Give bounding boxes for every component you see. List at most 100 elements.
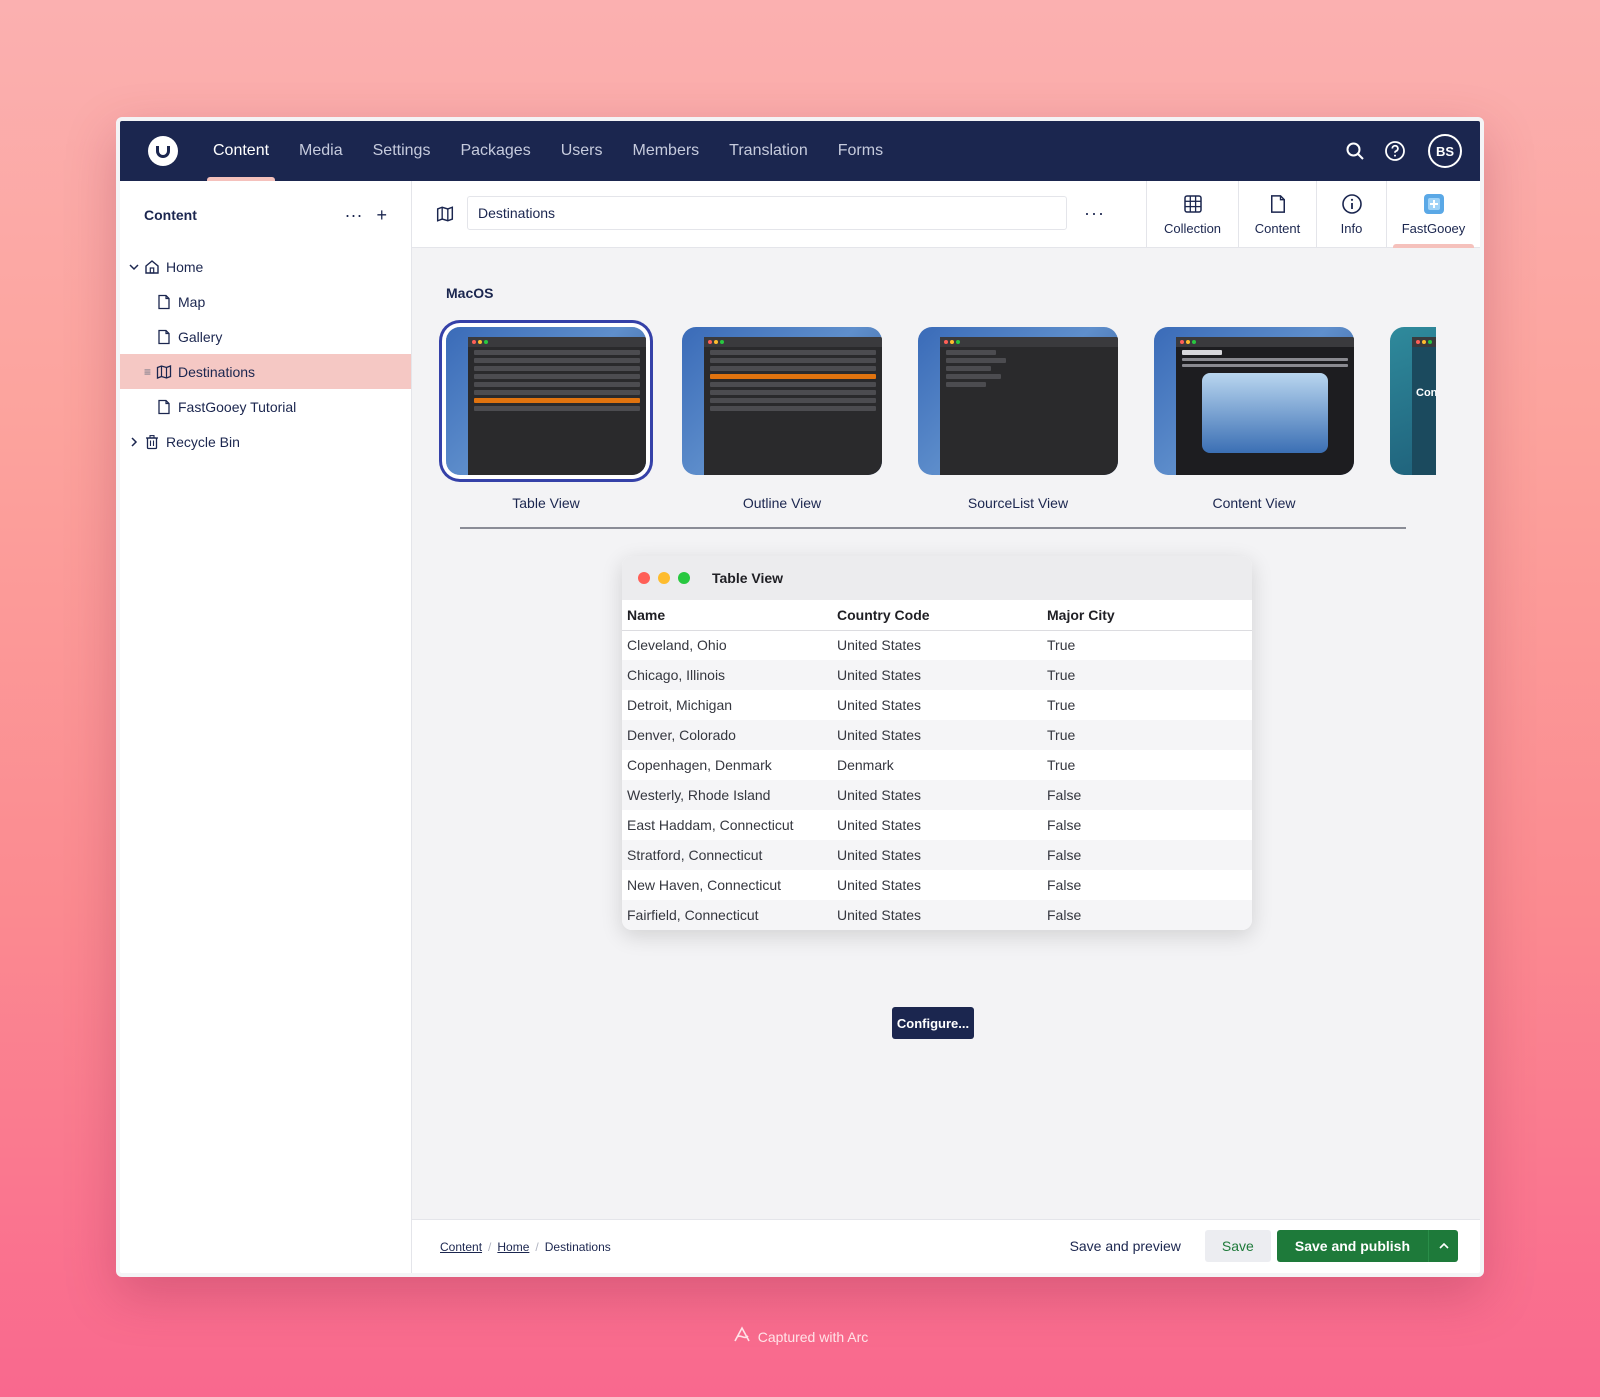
- document-name-input[interactable]: Destinations: [467, 196, 1067, 230]
- configure-button[interactable]: Configure...: [892, 1007, 974, 1039]
- cell-name: Cleveland, Ohio: [627, 637, 727, 654]
- cell-country: United States: [832, 840, 1042, 870]
- cell-country: United States: [832, 780, 1042, 810]
- cell-major-city: True: [1042, 720, 1252, 750]
- tree-item-gallery[interactable]: Gallery: [120, 319, 411, 354]
- table-row[interactable]: Westerly, Rhode Island United States False: [622, 780, 1252, 810]
- cell-major-city: True: [1047, 637, 1076, 654]
- document-icon: [156, 399, 172, 415]
- column-header[interactable]: Major City: [1042, 600, 1252, 631]
- nav-item-users[interactable]: Users: [546, 121, 618, 181]
- more-actions-icon[interactable]: ···: [1084, 203, 1105, 224]
- user-avatar[interactable]: BS: [1428, 134, 1462, 168]
- breadcrumb-separator: /: [488, 1240, 492, 1254]
- tree-item-label: Recycle Bin: [166, 433, 240, 450]
- column-header[interactable]: Country Code: [832, 600, 1042, 631]
- table-row[interactable]: Denver, Colorado United States True: [622, 720, 1252, 750]
- nav-item-content[interactable]: Content: [198, 121, 284, 181]
- tab-fastgooey[interactable]: FastGooey: [1386, 181, 1480, 248]
- trash-icon: [144, 434, 160, 450]
- thumbnail-label: SourceList View: [967, 495, 1069, 511]
- cell-country: Denmark: [837, 757, 894, 773]
- table-row[interactable]: Fairfield, Connecticut United States False: [622, 900, 1252, 930]
- breadcrumb-separator: /: [535, 1240, 539, 1254]
- tab-label: FastGooey: [1401, 221, 1466, 236]
- breadcrumb-link-home[interactable]: Home: [497, 1240, 529, 1254]
- thumbnail-partial[interactable]: Conta: [1390, 317, 1436, 487]
- save-and-publish-button[interactable]: Save and publish: [1277, 1238, 1428, 1254]
- help-icon[interactable]: [1382, 138, 1408, 164]
- tab-collection[interactable]: Collection: [1146, 181, 1238, 248]
- tree-item-destinations[interactable]: ≡ Destinations: [120, 354, 411, 389]
- nav-item-members[interactable]: Members: [617, 121, 714, 181]
- editor-header: Destinations ··· Collection Content Info…: [412, 181, 1480, 248]
- cell-country: United States: [837, 817, 922, 833]
- chevron-right-icon[interactable]: [128, 436, 140, 448]
- close-window-icon[interactable]: [638, 572, 650, 584]
- tree-item-home[interactable]: Home: [120, 249, 411, 284]
- cell-major-city: False: [1042, 900, 1252, 930]
- nav-item-forms[interactable]: Forms: [823, 121, 898, 181]
- add-icon[interactable]: +: [376, 205, 387, 226]
- map-icon[interactable]: [436, 205, 454, 228]
- nav-item-translation[interactable]: Translation: [714, 121, 823, 181]
- nav-item-packages[interactable]: Packages: [445, 121, 545, 181]
- destinations-table: Name Country Code Major City Cleveland, …: [622, 600, 1252, 930]
- tree-item-map[interactable]: Map: [120, 284, 411, 319]
- tree-item-fastgooey-tutorial[interactable]: FastGooey Tutorial: [120, 389, 411, 424]
- cell-name: Stratford, Connecticut: [622, 840, 832, 870]
- breadcrumb-link-content[interactable]: Content: [440, 1240, 482, 1254]
- cell-name: Copenhagen, Denmark: [627, 757, 772, 773]
- tab-label: Info: [1340, 221, 1363, 236]
- table-row[interactable]: Stratford, Connecticut United States False: [622, 840, 1252, 870]
- fastgooey-icon: [1423, 193, 1445, 215]
- cell-major-city: False: [1042, 840, 1252, 870]
- chevron-up-icon[interactable]: [1428, 1230, 1458, 1262]
- chevron-down-icon[interactable]: [128, 261, 140, 273]
- nav-item-settings[interactable]: Settings: [358, 121, 446, 181]
- table-row[interactable]: Chicago, Illinois United States True: [622, 660, 1252, 690]
- thumbnail-label: Content View: [1212, 495, 1296, 511]
- cell-country: United States: [832, 900, 1042, 930]
- umbraco-logo[interactable]: [148, 136, 178, 166]
- save-and-preview-button[interactable]: Save and preview: [1070, 1238, 1181, 1254]
- tab-content[interactable]: Content: [1238, 181, 1316, 248]
- thumbnail-label: Table View: [512, 495, 580, 511]
- arc-logo-icon: [732, 1326, 752, 1347]
- view-switcher: Collection Content Info FastGooey: [1146, 181, 1480, 248]
- cell-major-city: False: [1047, 817, 1082, 833]
- table-row[interactable]: New Haven, Connecticut United States False: [622, 870, 1252, 900]
- section-title: MacOS: [446, 285, 494, 301]
- maximize-window-icon[interactable]: [678, 572, 690, 584]
- minimize-window-icon[interactable]: [658, 572, 670, 584]
- grid-icon: [1182, 193, 1204, 215]
- document-icon: [156, 329, 172, 345]
- cell-country: United States: [837, 697, 922, 713]
- save-button[interactable]: Save: [1204, 1230, 1271, 1262]
- cell-major-city: True: [1042, 660, 1252, 690]
- table-row[interactable]: East Haddam, Connecticut United States Fal…: [622, 810, 1252, 840]
- more-options-icon[interactable]: ···: [345, 205, 363, 226]
- search-icon[interactable]: [1342, 138, 1368, 164]
- cell-country: United States: [837, 877, 922, 893]
- arc-watermark: Captured with Arc: [0, 1326, 1600, 1347]
- tree-item-recycle-bin[interactable]: Recycle Bin: [120, 424, 411, 459]
- tab-label: Collection: [1163, 221, 1222, 236]
- content-tree-sidebar: Content ··· + Home Map Gallery ≡ Destina…: [120, 181, 412, 1273]
- cell-major-city: False: [1042, 780, 1252, 810]
- cell-country: United States: [832, 720, 1042, 750]
- cell-name: Fairfield, Connecticut: [622, 900, 832, 930]
- sidebar-title: Content: [144, 207, 197, 223]
- table-row[interactable]: Copenhagen, Denmark Denmark True: [622, 750, 1252, 780]
- cell-major-city: True: [1047, 697, 1076, 713]
- breadcrumb: Content / Home / Destinations: [440, 1240, 611, 1254]
- drag-handle-icon[interactable]: ≡: [144, 365, 151, 379]
- top-navigation: Content Media Settings Packages Users Me…: [120, 121, 1480, 181]
- table-row[interactable]: Cleveland, Ohio United States True: [622, 630, 1252, 660]
- tab-info[interactable]: Info: [1316, 181, 1386, 248]
- table-row[interactable]: Detroit, Michigan United States True: [622, 690, 1252, 720]
- nav-item-media[interactable]: Media: [284, 121, 358, 181]
- cell-major-city: False: [1047, 877, 1082, 893]
- tab-label: Content: [1254, 221, 1301, 236]
- column-header[interactable]: Name: [622, 600, 832, 631]
